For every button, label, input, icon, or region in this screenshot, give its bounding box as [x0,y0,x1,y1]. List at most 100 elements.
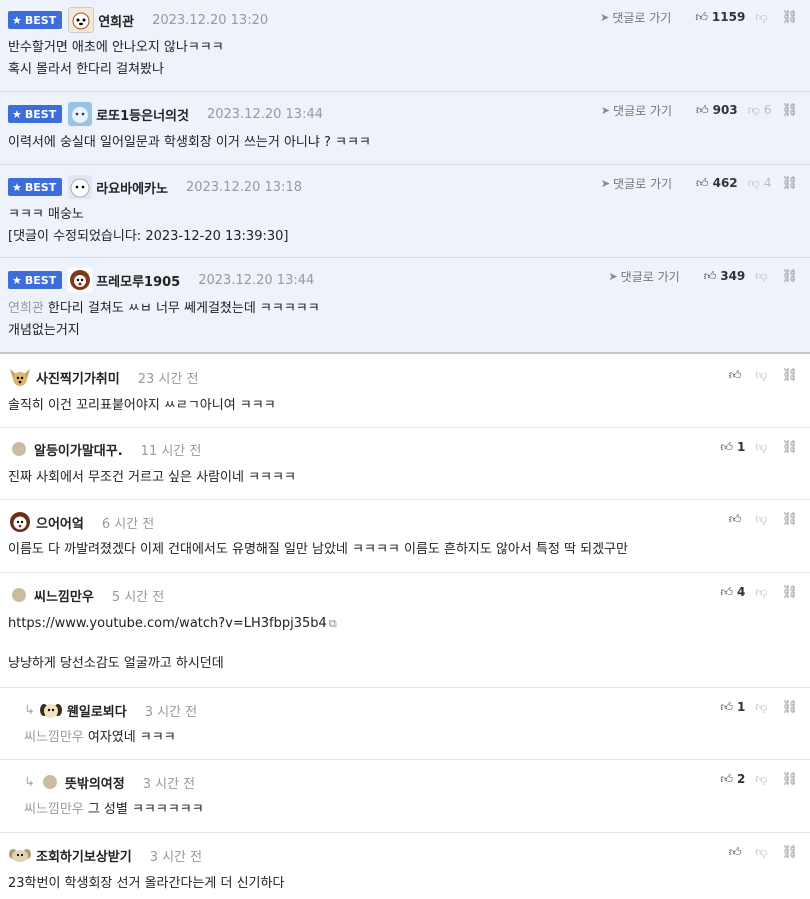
thumb-down-icon: 👎︎ [755,771,768,786]
like-button[interactable]: 👍︎ 462 [696,176,738,191]
mention-nickname[interactable]: 연희관 [8,301,44,316]
send-arrow-icon: ➤ [600,10,610,24]
star-icon: ★ [12,273,22,287]
dislike-button[interactable]: 👎︎ [755,10,771,25]
thumb-down-icon: 👎︎ [755,699,768,714]
goto-comment-link[interactable]: ➤ 댓글로 가기 [600,9,671,26]
best-comment: ★ BEST 로또1등은너의것 2023.12.20 13:44 ➤ 댓글로 가기 … [0,92,810,165]
avatar[interactable] [12,588,26,602]
dislike-button[interactable]: 👎︎ [755,368,771,383]
avatar[interactable] [68,175,93,199]
best-badge: ★ BEST [8,271,63,289]
comment: 으어어엌 6 시간 전 👍︎ 👎︎ ⛓ 이름도 다 까발려졌겠다 이제 건대에서… [0,500,810,573]
nickname[interactable]: 연희관 [98,11,134,30]
link-icon: ⛓ [781,584,798,600]
timestamp: 2023.12.20 13:44 [198,272,315,288]
copy-link-button[interactable]: ⛓ [781,585,798,600]
like-button[interactable]: 👍︎ [729,845,746,860]
like-button[interactable]: 👍︎ 2 [720,772,745,787]
avatar[interactable] [8,510,32,534]
dislike-button[interactable]: 👎︎ [755,269,771,284]
copy-link-button[interactable]: ⛓ [781,10,798,25]
best-badge: ★ BEST [8,105,63,123]
comment-text: 혹시 몰라서 한다리 걸쳐봤나 [8,62,164,77]
mention-nickname[interactable]: 씨느낌만우 [24,802,84,817]
youtube-link[interactable]: https://www.youtube.com/watch?v=LH3fbpj3… [8,616,327,631]
send-arrow-icon: ➤ [608,269,618,283]
mention-nickname[interactable]: 씨느낌만우 [24,730,84,745]
like-button[interactable]: 👍︎ 903 [696,103,738,118]
dislike-button[interactable]: 👎︎ [755,845,771,860]
copy-link-button[interactable]: ⛓ [781,368,798,383]
copy-link-button[interactable]: ⛓ [781,269,798,284]
comment-text: 냥냥하게 당선소감도 얼굴까고 하시던데 [8,656,224,671]
like-button[interactable]: 👍︎ [729,368,746,383]
nickname[interactable]: 프레모루1905 [96,271,180,290]
avatar[interactable] [8,843,32,867]
nickname[interactable]: 알등이가말대꾸. [34,440,123,459]
copy-icon[interactable]: ⧉ [329,617,337,630]
copy-link-button[interactable]: ⛓ [781,700,798,715]
avatar[interactable] [12,442,26,456]
like-button[interactable]: 👍︎ 1 [720,700,745,715]
like-button[interactable]: 👍︎ 1 [720,440,745,455]
goto-comment-link[interactable]: ➤ 댓글로 가기 [601,175,672,192]
goto-comment-link[interactable]: ➤ 댓글로 가기 [601,102,672,119]
link-icon: ⛓ [781,268,798,284]
reply-arrow-icon: ↳ [24,702,35,718]
avatar[interactable] [68,268,93,292]
link-icon: ⛓ [781,9,798,25]
like-button[interactable]: 👍︎ [729,512,746,527]
nickname[interactable]: 뜻밖의여정 [65,773,125,792]
dislike-button[interactable]: 👎︎ [755,700,771,715]
thumb-down-icon: 👎︎ [755,511,768,526]
timestamp: 5 시간 전 [111,589,165,605]
link-icon: ⛓ [781,175,798,191]
avatar[interactable] [42,775,57,789]
avatar[interactable] [68,7,95,33]
copy-link-button[interactable]: ⛓ [781,772,798,787]
dislike-button[interactable]: 👎︎ 6 [748,103,772,118]
nickname[interactable]: 조회하기보상받기 [36,846,132,865]
thumb-down-icon: 👎︎ [755,367,768,382]
dislike-button[interactable]: 👎︎ [755,440,771,455]
nickname[interactable]: 으어어엌 [36,513,84,532]
timestamp: 2023.12.20 13:18 [185,179,302,195]
nickname[interactable]: 웬일로뵈다 [67,701,127,720]
dislike-button[interactable]: 👎︎ [755,772,771,787]
link-icon: ⛓ [781,367,798,383]
best-comment: ★ BEST 프레모루1905 2023.12.20 13:44 ➤ 댓글로 가기 … [0,258,810,354]
link-icon: ⛓ [781,699,798,715]
dislike-button[interactable]: 👎︎ 4 [748,176,772,191]
comment: 사진찍기가취미 23 시간 전 👍︎ 👎︎ ⛓ 솔직히 이건 꼬리표붙어야지 ㅆ… [0,354,810,428]
dislike-button[interactable]: 👎︎ [755,585,771,600]
thumb-down-icon: 👎︎ [755,584,768,599]
copy-link-button[interactable]: ⛓ [781,512,798,527]
star-icon: ★ [12,180,22,194]
reply-comment: ↳ 웬일로뵈다 3 시간 전 👍︎ 1 👎︎ ⛓ 씨느낌만우 여자였네 ㅋㅋㅋ [0,688,810,760]
comment-text: 반수할거면 애초에 안나오지 않나ㅋㅋㅋ [8,40,224,55]
thumb-down-icon: 👎︎ [755,844,768,859]
like-button[interactable]: 👍︎ 349 [704,269,746,284]
copy-link-button[interactable]: ⛓ [781,103,798,118]
comment-text: ㅋㅋㅋ 매숭노 [8,207,84,222]
nickname[interactable]: 라요바에카노 [96,178,168,197]
avatar[interactable] [68,102,93,126]
avatar[interactable] [38,698,63,722]
link-icon: ⛓ [781,771,798,787]
avatar[interactable] [8,365,32,389]
thumb-up-icon: 👍︎ [728,511,742,526]
copy-link-button[interactable]: ⛓ [781,440,798,455]
nickname[interactable]: 로또1등은너의것 [96,105,189,124]
nickname[interactable]: 사진찍기가취미 [36,368,120,387]
comment: 알등이가말대꾸. 11 시간 전 👍︎ 1 👎︎ ⛓ 진짜 사회에서 무조건 거르… [0,428,810,500]
copy-link-button[interactable]: ⛓ [781,845,798,860]
dislike-button[interactable]: 👎︎ [755,512,771,527]
thumb-up-icon: 👍︎ [728,367,742,382]
copy-link-button[interactable]: ⛓ [781,176,798,191]
timestamp: 23 시간 전 [137,371,199,387]
goto-comment-link[interactable]: ➤ 댓글로 가기 [608,268,679,285]
nickname[interactable]: 씨느낌만우 [34,586,94,605]
like-button[interactable]: 👍︎ 4 [720,585,745,600]
like-button[interactable]: 👍︎ 1159 [695,10,745,25]
